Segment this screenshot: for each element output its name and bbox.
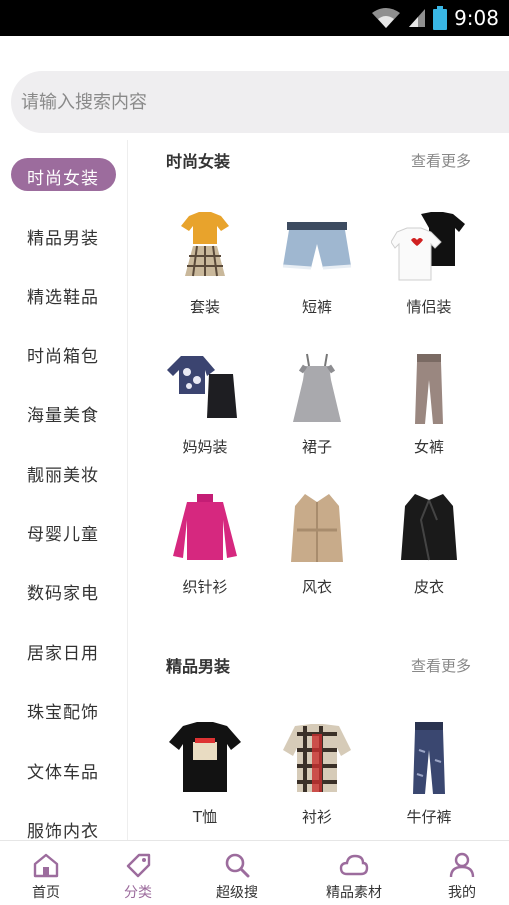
sidebar-item-label: 精选鞋品	[27, 287, 99, 308]
sidebar-item-label: 时尚箱包	[27, 346, 99, 367]
leather-jacket-image	[401, 494, 457, 561]
sidebar-item-digital[interactable]: 数码家电	[0, 571, 127, 611]
category-label: 风衣	[301, 578, 332, 596]
couple-tshirts-image	[391, 212, 465, 281]
sidebar-item-label: 珠宝配饰	[27, 702, 99, 723]
status-icons: 9:08	[371, 0, 499, 36]
sidebar-item-label: 文体车品	[27, 762, 99, 783]
signal-icon	[409, 9, 426, 27]
status-time: 9:08	[454, 6, 499, 30]
category-label: 织针衫	[182, 578, 228, 596]
category-label: 皮衣	[413, 578, 444, 596]
sidebar-item-underwear[interactable]: 服饰内衣	[0, 809, 127, 841]
sidebar-item-makeup[interactable]: 靓丽美妆	[0, 453, 127, 493]
sidebar-item-label: 时尚女装	[27, 168, 99, 189]
cloud-icon	[339, 854, 369, 876]
category-label: 衬衫	[301, 808, 332, 826]
section-title: 精品男装	[166, 657, 231, 676]
sidebar-item-food[interactable]: 海量美食	[0, 393, 127, 433]
category-cell[interactable]: 皮衣	[373, 490, 485, 620]
sidebar-item-women[interactable]: 时尚女装	[0, 156, 127, 196]
search-input[interactable]	[21, 71, 491, 133]
category-label: T恤	[192, 808, 218, 826]
section-header: 精品男装 查看更多	[166, 650, 471, 680]
user-icon	[449, 852, 475, 878]
tab-category[interactable]: 分类	[108, 841, 168, 905]
category-label: 套装	[189, 298, 220, 316]
tab-label: 首页	[32, 885, 60, 901]
see-more-link[interactable]: 查看更多	[411, 655, 471, 676]
sidebar-item-label: 靓丽美妆	[27, 465, 99, 486]
sidebar-item-jewelry[interactable]: 珠宝配饰	[0, 690, 127, 730]
sidebar-item-bags[interactable]: 时尚箱包	[0, 334, 127, 374]
sidebar-item-label: 服饰内衣	[27, 821, 99, 841]
category-label: 妈妈装	[182, 438, 228, 456]
denim-shorts-image	[282, 222, 352, 270]
sidebar-item-label: 数码家电	[27, 583, 99, 604]
see-more-link[interactable]: 查看更多	[411, 150, 471, 171]
sidebar-item-home[interactable]: 居家日用	[0, 631, 127, 671]
category-cell[interactable]: 女裤	[373, 350, 485, 480]
section-header: 时尚女装 查看更多	[166, 145, 471, 175]
home-icon	[33, 853, 59, 878]
dress-image	[293, 353, 341, 422]
category-cell[interactable]: 裙子	[261, 350, 373, 480]
status-bar: 9:08	[0, 0, 509, 36]
floral-top-skirt-image	[167, 356, 237, 418]
search-icon	[225, 853, 250, 878]
tab-label: 分类	[124, 885, 152, 901]
tab-label: 精品素材	[326, 885, 382, 901]
battery-icon	[433, 6, 448, 30]
tab-materials[interactable]: 精品素材	[313, 841, 395, 905]
category-content: 时尚女装 查看更多 套装 短裤 情侣装 妈妈装 裙子 女裤 织针衫 风衣 皮衣 …	[128, 140, 509, 840]
search-area	[0, 36, 509, 140]
sidebar-item-label: 居家日用	[27, 643, 99, 664]
category-cell[interactable]: 牛仔裤	[373, 720, 485, 840]
tab-super-search[interactable]: 超级搜	[202, 841, 272, 905]
category-cell[interactable]: 风衣	[261, 490, 373, 620]
jeans-image	[413, 722, 445, 794]
category-cell[interactable]: 衬衫	[261, 720, 373, 840]
tshirt-skirt-outfit-image	[181, 212, 229, 277]
wifi-icon	[372, 8, 401, 28]
sidebar-item-sports[interactable]: 文体车品	[0, 750, 127, 790]
bottom-tab-bar: 首页 分类 超级搜 精品素材 我的	[0, 840, 509, 905]
tab-label: 我的	[448, 885, 476, 901]
sidebar-item-men[interactable]: 精品男装	[0, 216, 127, 256]
plaid-shirt-image	[283, 724, 351, 792]
sidebar-item-label: 精品男装	[27, 228, 99, 249]
category-cell[interactable]: 套装	[149, 210, 261, 340]
category-sidebar: 时尚女装 精品男装 精选鞋品 时尚箱包 海量美食 靓丽美妆 母婴儿童 数码家电 …	[0, 140, 128, 840]
category-label: 情侣装	[406, 298, 452, 316]
black-tshirt-image	[169, 722, 241, 792]
category-cell[interactable]: T恤	[149, 720, 261, 840]
category-cell[interactable]: 情侣装	[373, 210, 485, 340]
sidebar-item-baby[interactable]: 母婴儿童	[0, 512, 127, 552]
trench-coat-image	[291, 494, 343, 562]
tag-icon	[126, 853, 151, 878]
tab-mine[interactable]: 我的	[432, 841, 492, 905]
category-label: 短裤	[301, 298, 332, 316]
category-label: 女裤	[413, 438, 444, 456]
search-box[interactable]	[11, 71, 509, 133]
category-cell[interactable]: 织针衫	[149, 490, 261, 620]
sidebar-item-label: 母婴儿童	[27, 524, 99, 545]
women-pants-image	[415, 354, 443, 424]
pink-sweater-image	[173, 494, 237, 560]
category-label: 牛仔裤	[406, 808, 452, 826]
category-label: 裙子	[301, 438, 332, 456]
category-cell[interactable]: 短裤	[261, 210, 373, 340]
tab-home[interactable]: 首页	[16, 841, 76, 905]
category-cell[interactable]: 妈妈装	[149, 350, 261, 480]
sidebar-item-label: 海量美食	[27, 405, 99, 426]
section-title: 时尚女装	[166, 152, 231, 171]
tab-label: 超级搜	[216, 885, 258, 901]
sidebar-item-shoes[interactable]: 精选鞋品	[0, 275, 127, 315]
